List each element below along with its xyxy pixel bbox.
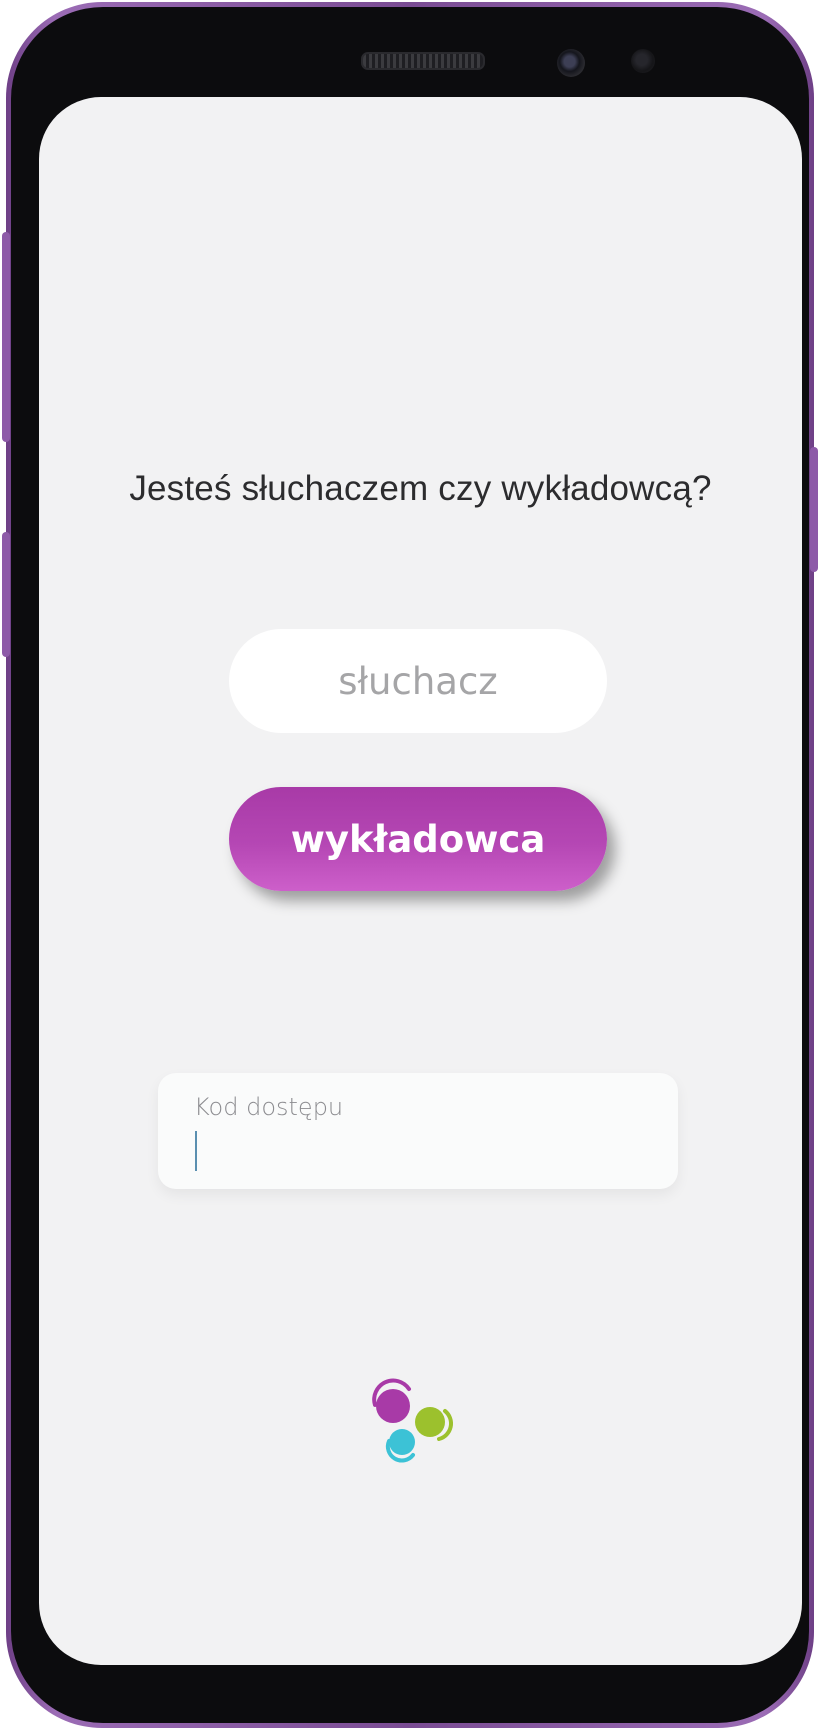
lecturer-button-label: wykładowca <box>290 817 546 861</box>
front-camera-icon <box>557 49 585 77</box>
phone-bezel: Jesteś słuchaczem czy wykładowcą? słucha… <box>11 7 809 1723</box>
phone-side-button-left-lower <box>2 532 10 657</box>
access-code-field[interactable]: Kod dostępu <box>158 1073 678 1189</box>
proximity-sensor-icon <box>631 49 655 73</box>
role-question-heading: Jesteś słuchaczem czy wykładowcą? <box>129 469 712 508</box>
app-screen: Jesteś słuchaczem czy wykładowcą? słucha… <box>39 97 802 1665</box>
phone-frame: Jesteś słuchaczem czy wykładowcą? słucha… <box>2 2 818 1728</box>
three-dots-logo-icon <box>372 1378 453 1463</box>
phone-side-button-right <box>810 447 818 572</box>
earpiece-speaker <box>361 52 485 70</box>
access-code-label: Kod dostępu <box>194 1093 344 1121</box>
phone-side-button-left-upper <box>2 232 10 442</box>
lecturer-button[interactable]: wykładowca <box>229 787 607 891</box>
text-caret <box>195 1131 197 1171</box>
access-code-input[interactable] <box>194 1129 634 1173</box>
listener-button[interactable]: słuchacz <box>229 629 607 733</box>
listener-button-label: słuchacz <box>338 659 498 703</box>
